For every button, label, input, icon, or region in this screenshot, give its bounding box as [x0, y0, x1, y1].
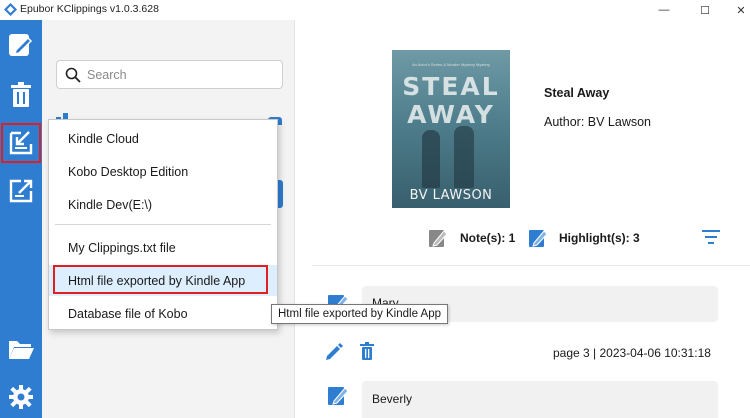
menu-item-kobo-database[interactable]: Database file of Kobo [49, 298, 277, 329]
delete-icon[interactable] [359, 342, 375, 360]
highlight-icon [328, 387, 349, 405]
sidebar [0, 20, 42, 418]
notes-count: Note(s): 1 [460, 231, 516, 245]
app-logo-icon [4, 3, 17, 16]
book-title: Steal Away [544, 86, 610, 100]
book-cover: An Actor's Series & Murder Mystery Myste… [392, 50, 510, 208]
trash-button[interactable] [4, 78, 38, 112]
cover-title-line1: STEAL [402, 72, 500, 101]
menu-item-label: Kindle Dev(E:\) [68, 197, 153, 212]
maximize-button[interactable]: ☐ [693, 2, 717, 18]
menu-item-label: My Clippings.txt file [68, 240, 176, 255]
menu-item-label: Kindle Cloud [68, 131, 139, 146]
section-divider [312, 265, 750, 266]
menu-item-my-clippings[interactable]: My Clippings.txt file [49, 232, 277, 263]
search-box [56, 60, 283, 89]
import-source-menu: Kindle Cloud Kobo Desktop Edition Kindle… [48, 119, 278, 330]
settings-icon [9, 385, 33, 409]
cover-author: BV LAWSON [409, 188, 493, 203]
book-author: Author: BV Lawson [544, 115, 652, 129]
export-icon [9, 179, 33, 203]
clipping-text: Beverly [372, 392, 413, 406]
open-folder-button[interactable] [4, 332, 38, 366]
cover-title-line2: AWAY [407, 100, 495, 129]
menu-item-label: Kobo Desktop Edition [68, 164, 189, 179]
tooltip: Html file exported by Kindle App [271, 304, 449, 324]
minimize-button[interactable]: — [652, 2, 676, 18]
highlight-icon [529, 230, 548, 247]
highlights-count: Highlight(s): 3 [559, 231, 640, 245]
book-detail-panel: An Actor's Series & Murder Mystery Myste… [295, 20, 750, 418]
settings-button[interactable] [4, 380, 38, 414]
menu-item-kindle-app-html[interactable]: Html file exported by Kindle App [49, 265, 277, 296]
note-icon [429, 230, 448, 247]
window-title: Epubor KClippings v1.0.3.628 [20, 3, 159, 15]
edit-icon[interactable] [325, 342, 343, 360]
close-button[interactable]: ✕ [729, 2, 750, 18]
search-icon [65, 67, 81, 83]
menu-item-kindle-cloud[interactable]: Kindle Cloud [49, 123, 277, 154]
search-input[interactable] [87, 64, 277, 86]
new-note-icon [9, 34, 33, 56]
import-clippings-icon [9, 131, 33, 155]
trash-icon [11, 82, 31, 107]
selection-frame [53, 265, 268, 294]
clipping-card[interactable]: Beverly [362, 381, 718, 418]
menu-item-kindle-device[interactable]: Kindle Dev(E:\) [49, 189, 277, 220]
title-bar: Epubor KClippings v1.0.3.628 — ☐ ✕ [0, 0, 750, 20]
folder-icon [9, 341, 34, 359]
export-button[interactable] [4, 174, 38, 208]
cover-figure [422, 130, 440, 188]
menu-separator [55, 224, 271, 225]
filter-icon[interactable] [702, 229, 720, 245]
clipping-meta: page 3 | 2023-04-06 10:31:18 [553, 346, 711, 360]
menu-item-label: Database file of Kobo [68, 306, 188, 321]
new-note-button[interactable] [4, 28, 38, 62]
import-clippings-button[interactable] [1, 123, 41, 163]
cover-figure [454, 126, 474, 188]
cover-tagline: An Actor's Series & Murder Mystery Myste… [411, 62, 491, 67]
menu-item-kobo-desktop[interactable]: Kobo Desktop Edition [49, 156, 277, 187]
